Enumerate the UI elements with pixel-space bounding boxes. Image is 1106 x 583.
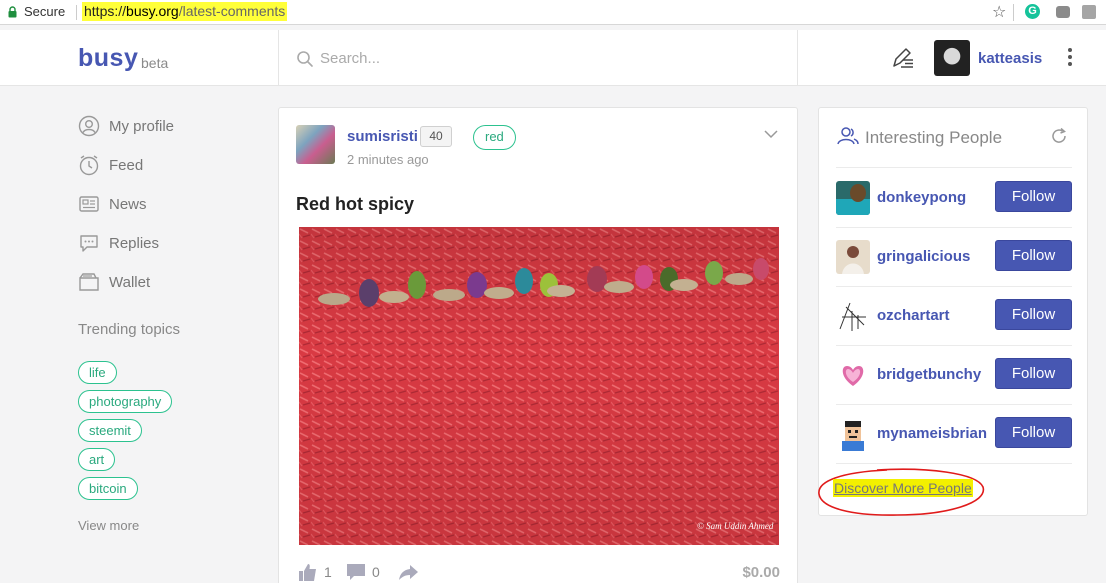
comment-count: 0 — [372, 564, 380, 580]
discover-more-people-link[interactable]: Discover More People — [833, 479, 973, 497]
follow-button[interactable]: Follow — [995, 240, 1072, 271]
post-image[interactable]: © Sam Uddin Ahmed — [299, 227, 779, 545]
tag-steemit[interactable]: steemit — [78, 419, 142, 442]
view-more-link[interactable]: View more — [78, 518, 139, 533]
logo[interactable]: busy — [78, 44, 138, 73]
app-header: busy beta katteasis — [0, 30, 1106, 86]
divider — [278, 30, 279, 86]
url-field[interactable]: https://busy.org/latest-comments — [82, 2, 288, 21]
extension-icon[interactable] — [1082, 5, 1096, 19]
person-name[interactable]: bridgetbunchy — [877, 366, 981, 383]
divider — [76, 5, 77, 20]
comment-icon — [347, 564, 365, 580]
post-title[interactable]: Red hot spicy — [296, 194, 414, 215]
url-path: /latest-comments — [178, 3, 286, 19]
extension-icon[interactable] — [1056, 6, 1070, 18]
avatar[interactable] — [836, 417, 870, 451]
post-timestamp[interactable]: 2 minutes ago — [347, 152, 429, 167]
follow-button[interactable]: Follow — [995, 417, 1072, 448]
follow-button[interactable]: Follow — [995, 358, 1072, 389]
sidebar-item-wallet[interactable]: Wallet — [78, 269, 150, 295]
image-watermark: © Sam Uddin Ahmed — [697, 521, 774, 531]
interesting-people-card: Interesting People donkeypong Follow gri… — [818, 107, 1088, 516]
person-row: gringalicious Follow — [836, 240, 1072, 274]
avatar[interactable] — [836, 181, 870, 215]
secure-label: Secure — [24, 4, 66, 19]
search-icon — [297, 51, 313, 67]
sidebar-item-replies[interactable]: Replies — [78, 230, 159, 256]
interesting-people-title: Interesting People — [865, 128, 1003, 147]
divider — [836, 167, 1072, 168]
author-avatar[interactable] — [296, 125, 335, 164]
post-actions: 1 0 $0.00 — [298, 562, 786, 583]
reputation-badge: 40 — [420, 126, 452, 147]
star-icon[interactable]: ☆ — [992, 2, 1006, 22]
url-host: busy.org — [126, 3, 179, 19]
share-button[interactable] — [398, 562, 420, 582]
trending-topics-title: Trending topics — [78, 321, 180, 338]
sidebar-item-my-profile[interactable]: My profile — [78, 113, 174, 139]
person-row: donkeypong Follow — [836, 181, 1072, 215]
like-button[interactable]: 1 — [298, 562, 332, 582]
sidebar-item-label: News — [109, 195, 147, 213]
person-name[interactable]: donkeypong — [877, 189, 966, 206]
person-name[interactable]: ozchartart — [877, 307, 950, 324]
comment-button[interactable]: 0 — [346, 562, 380, 582]
tag-photography[interactable]: photography — [78, 390, 173, 413]
search-input[interactable] — [320, 45, 700, 71]
browser-address-bar: Secure https://busy.org/latest-comments … — [0, 0, 1106, 25]
sidebar-item-label: Replies — [109, 234, 160, 252]
sidebar-item-label: Wallet — [109, 273, 151, 291]
newspaper-icon — [79, 196, 99, 212]
avatar[interactable] — [934, 40, 970, 76]
chevron-down-icon[interactable] — [763, 128, 779, 140]
grammarly-icon[interactable]: G — [1025, 4, 1040, 19]
post-payout[interactable]: $0.00 — [742, 564, 780, 581]
wallet-icon — [79, 273, 99, 291]
follow-button[interactable]: Follow — [995, 299, 1072, 330]
sidebar-item-label: Feed — [109, 156, 144, 174]
divider — [836, 227, 1072, 228]
sidebar-item-news[interactable]: News — [78, 191, 147, 217]
tag-bitcoin[interactable]: bitcoin — [78, 477, 138, 500]
person-row: mynameisbrian Follow — [836, 417, 1072, 451]
refresh-icon[interactable] — [1050, 127, 1068, 145]
divider — [836, 286, 1072, 287]
clock-icon — [79, 155, 99, 176]
divider — [1013, 4, 1014, 21]
user-circle-icon — [78, 115, 100, 137]
avatar[interactable] — [836, 240, 870, 274]
chat-icon — [80, 235, 98, 252]
beta-label: beta — [141, 55, 169, 71]
share-icon — [399, 565, 418, 580]
sidebar-item-label: My profile — [109, 117, 175, 135]
discover-more-area: Discover More People — [817, 467, 988, 518]
person-row: ozchartart Follow — [836, 299, 1072, 333]
follow-button[interactable]: Follow — [995, 181, 1072, 212]
like-count: 1 — [324, 564, 332, 580]
post-author[interactable]: sumisristi — [347, 128, 418, 145]
sidebar-item-feed[interactable]: Feed — [78, 152, 143, 178]
person-name[interactable]: gringalicious — [877, 248, 970, 265]
divider — [797, 30, 798, 86]
person-row: bridgetbunchy Follow — [836, 358, 1072, 392]
avatar[interactable] — [836, 299, 870, 333]
username[interactable]: katteasis — [978, 50, 1042, 67]
person-name[interactable]: mynameisbrian — [877, 425, 987, 442]
post-category-tag[interactable]: red — [473, 125, 516, 150]
write-post-icon[interactable] — [891, 46, 915, 70]
tag-art[interactable]: art — [78, 448, 116, 471]
avatar[interactable] — [836, 358, 870, 392]
url-scheme: https:// — [84, 3, 127, 19]
people-icon — [837, 127, 859, 145]
tag-life[interactable]: life — [78, 361, 117, 384]
divider — [836, 404, 1072, 405]
divider — [836, 345, 1072, 346]
post-card: sumisristi 40 2 minutes ago red Red hot … — [278, 107, 798, 583]
more-vertical-icon[interactable] — [1063, 46, 1077, 68]
divider — [836, 463, 1072, 464]
thumbs-up-icon — [299, 564, 316, 581]
lock-icon — [8, 6, 17, 18]
